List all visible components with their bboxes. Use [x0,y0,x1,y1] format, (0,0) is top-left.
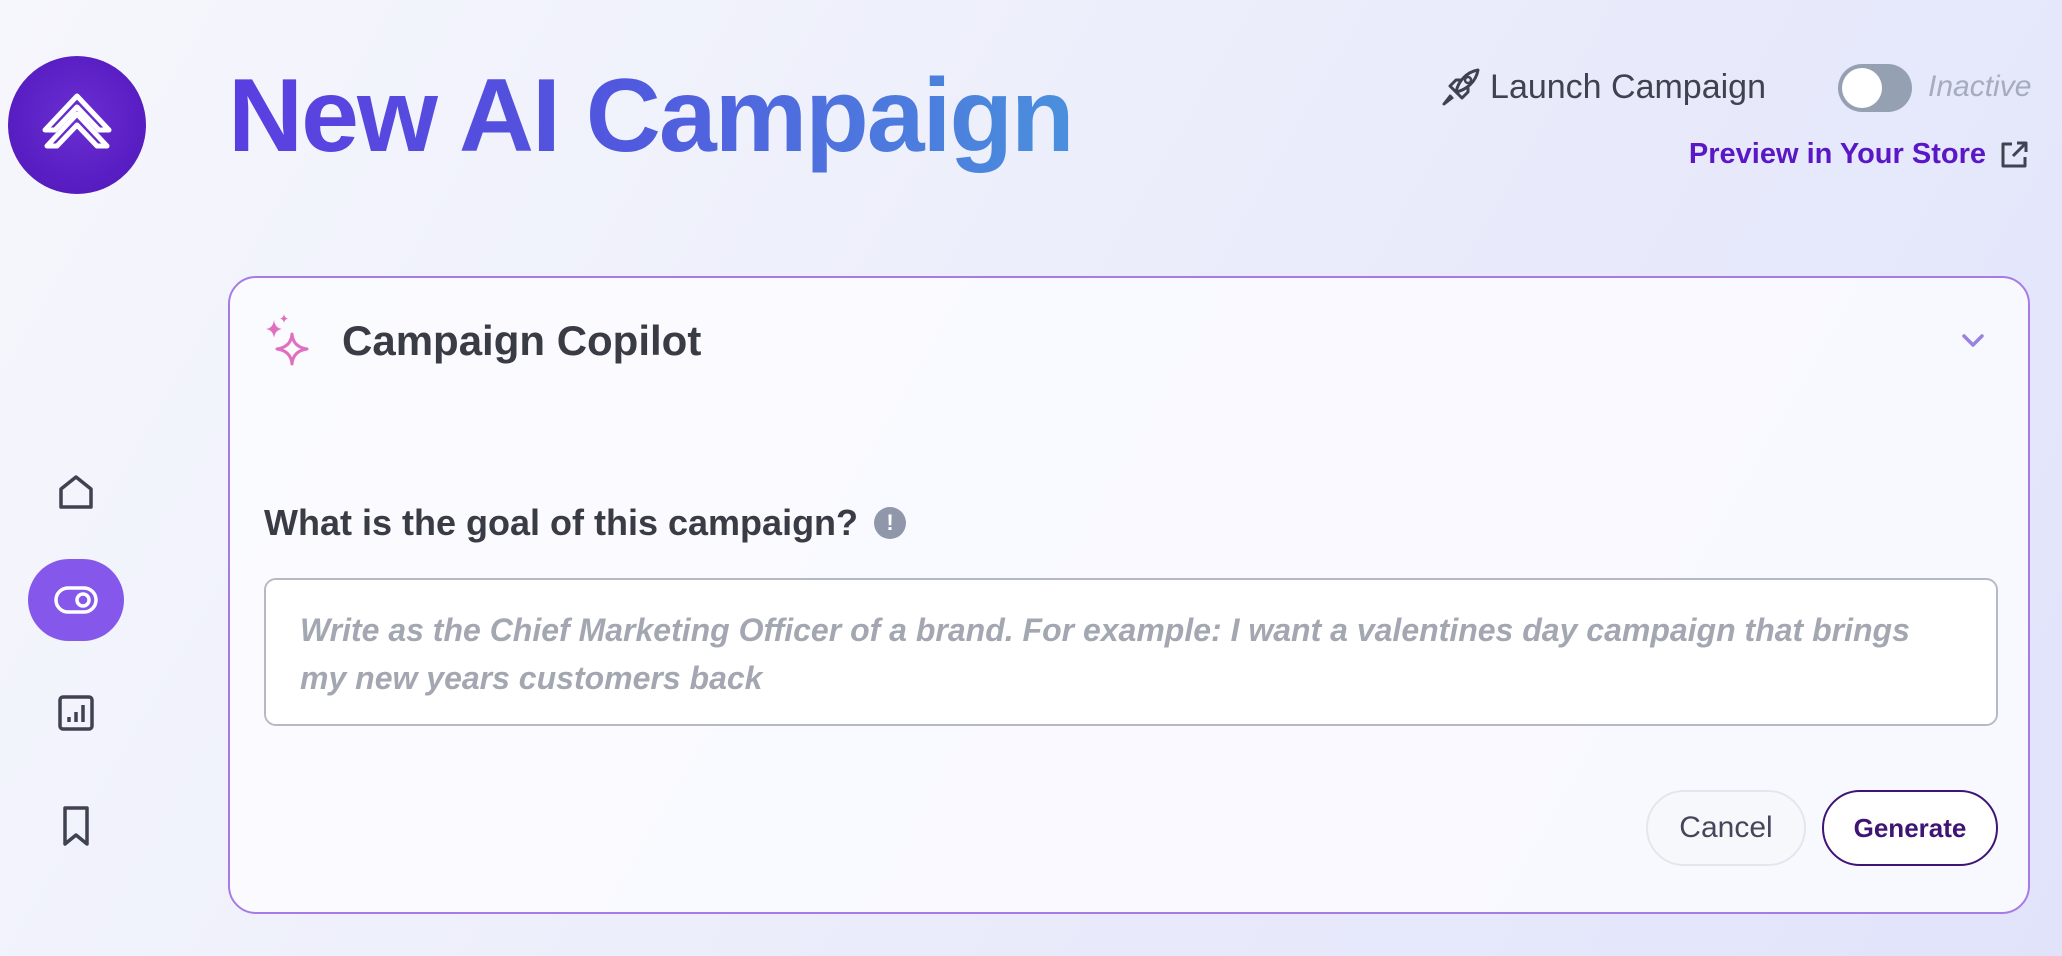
page-title: New AI Campaign [228,58,1075,174]
campaign-active-toggle[interactable] [1838,64,1912,112]
sidebar-item-saved[interactable] [28,785,124,867]
preview-label: Preview in Your Store [1688,138,1986,170]
sidebar-item-campaigns[interactable] [28,559,124,641]
launch-campaign[interactable]: Launch Campaign [1440,66,1766,108]
logo-chevrons-icon [42,93,112,149]
generate-button[interactable]: Generate [1822,790,1998,866]
chart-icon [58,695,94,731]
sidebar-item-home[interactable] [28,451,124,533]
bookmark-icon [63,806,89,846]
brand-logo[interactable] [8,56,146,194]
campaign-copilot-card: Campaign Copilot What is the goal of thi… [228,276,2030,914]
goal-question: What is the goal of this campaign? ! [264,502,907,544]
info-icon[interactable]: ! [874,507,907,539]
sparkles-icon [266,314,309,366]
external-link-icon [2001,141,2028,167]
rocket-icon [1442,68,1480,106]
card-header[interactable]: Campaign Copilot [260,308,1998,374]
toggle-icon [54,586,98,614]
sidebar-item-analytics[interactable] [28,672,124,754]
goal-question-label: What is the goal of this campaign? [264,502,859,543]
home-icon [59,475,93,509]
status-text: Inactive [1928,70,2032,103]
goal-input[interactable] [264,578,1998,726]
chevron-down-icon[interactable] [1958,326,1988,356]
launch-campaign-label: Launch Campaign [1490,67,1766,106]
toggle-knob [1842,68,1882,108]
cancel-button[interactable]: Cancel [1646,790,1806,866]
card-title: Campaign Copilot [342,317,702,364]
preview-in-store-link[interactable]: Preview in Your Store [1689,138,2030,171]
